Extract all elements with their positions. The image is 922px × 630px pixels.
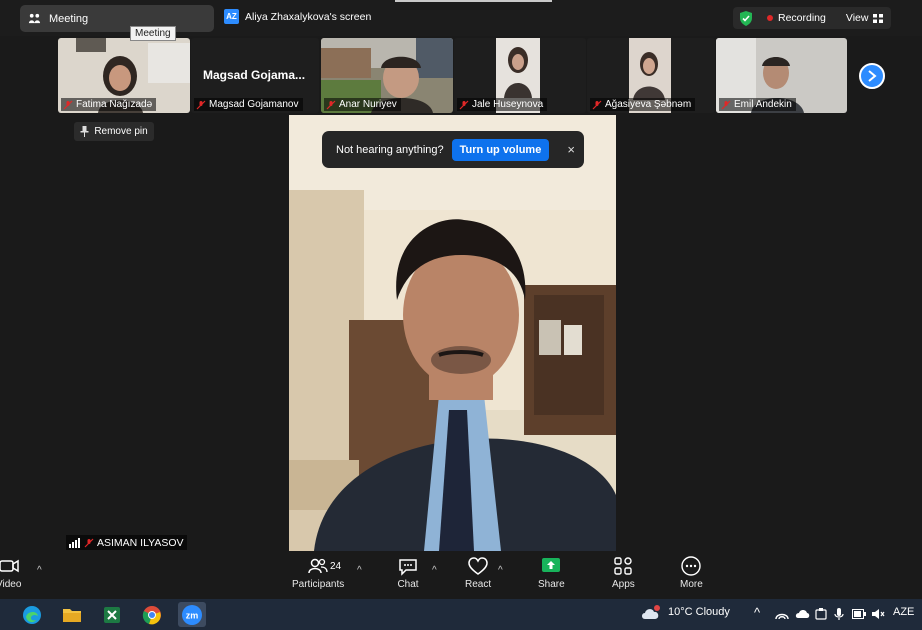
participant-name: Ağasiyeva Şəbnəm <box>605 99 692 110</box>
chat-options-caret[interactable]: ^ <box>432 565 437 576</box>
share-button[interactable]: Share <box>538 555 565 590</box>
mic-muted-icon <box>84 538 94 547</box>
meeting-tab[interactable]: Meeting <box>20 5 214 32</box>
participant-name-chip: Ağasiyeva Şəbnəm <box>590 98 696 111</box>
chevron-right-icon <box>868 70 877 82</box>
mic-muted-icon <box>459 100 469 109</box>
heart-icon <box>468 557 488 575</box>
top-accent-bar <box>395 0 552 2</box>
more-icon <box>681 556 702 576</box>
meeting-controls: Video ^ Participants 24 ^ Chat ^ React ^… <box>0 551 922 599</box>
participant-name: Anar Nuriyev <box>339 99 397 110</box>
participant-tile[interactable]: Jale Huseynova <box>454 38 586 113</box>
chevron-up-icon[interactable]: ^ <box>754 605 760 620</box>
close-icon[interactable]: × <box>567 142 575 157</box>
more-label: More <box>680 579 703 590</box>
react-label: React <box>465 579 492 590</box>
audio-notice-text: Not hearing anything? <box>336 143 444 156</box>
participants-label: Participants <box>292 579 345 590</box>
share-label: Share <box>538 579 565 590</box>
edge-icon[interactable] <box>18 602 46 627</box>
apps-label: Apps <box>612 579 635 590</box>
participant-name-chip: Jale Huseynova <box>457 98 548 111</box>
react-options-caret[interactable]: ^ <box>498 565 503 576</box>
chat-icon <box>399 559 417 576</box>
weather-cloud-icon[interactable] <box>640 604 662 622</box>
participants-icon <box>308 558 328 574</box>
recording-dot-icon <box>767 15 773 21</box>
shared-screen-tab[interactable]: AZ Aliya Zhaxalykova's screen <box>224 9 371 24</box>
windows-taskbar: zm 10°C Cloudy ^ AZE <box>0 599 922 630</box>
participant-name: Fatima Nağızadə <box>76 99 153 110</box>
apps-button[interactable]: Apps <box>612 555 635 590</box>
participant-display-name: Magsad Gojama... <box>203 68 306 82</box>
chat-button[interactable]: Chat <box>397 555 419 590</box>
participant-tile[interactable]: Ağasiyeva Şəbnəm <box>587 38 715 113</box>
share-screen-icon <box>542 558 561 572</box>
speaker-muted-icon[interactable] <box>871 608 885 620</box>
video-button[interactable]: Video <box>0 555 21 590</box>
mic-muted-icon <box>63 100 73 109</box>
video-camera-icon <box>0 559 19 573</box>
grid-icon[interactable] <box>873 13 884 23</box>
participant-tile[interactable]: Fatima Nağızadə <box>58 38 190 113</box>
next-page-button[interactable] <box>859 63 885 89</box>
participants-count: 24 <box>330 561 342 572</box>
participant-tile[interactable]: Emil Andekin <box>716 38 847 113</box>
more-button[interactable]: More <box>680 555 703 590</box>
screen-owner-badge: AZ <box>224 9 239 24</box>
chat-label: Chat <box>397 579 419 590</box>
teams-icon[interactable] <box>815 607 827 621</box>
remove-pin-button[interactable]: Remove pin <box>74 122 154 141</box>
participant-name: Emil Andekin <box>734 99 792 110</box>
view-button[interactable]: View <box>846 12 869 24</box>
file-explorer-icon[interactable] <box>58 602 86 627</box>
apps-icon <box>614 557 633 575</box>
active-speaker-name: ASIMAN ILYASOV <box>97 536 184 549</box>
participant-name-chip: Anar Nuriyev <box>324 98 401 111</box>
active-speaker-name-chip: ASIMAN ILYASOV <box>66 535 187 550</box>
participant-name-chip: Fatima Nağızadə <box>61 98 157 111</box>
onedrive-icon[interactable] <box>795 607 811 621</box>
recording-view-area: Recording View <box>733 7 891 29</box>
participant-name-chip: Emil Andekin <box>719 98 796 111</box>
audio-notice-banner: Not hearing anything? Turn up volume × <box>322 131 584 168</box>
recording-label[interactable]: Recording <box>778 12 826 24</box>
turn-up-volume-button[interactable]: Turn up volume <box>451 138 550 161</box>
participants-options-caret[interactable]: ^ <box>357 565 362 576</box>
meeting-tab-label: Meeting <box>49 12 89 25</box>
meeting-icon <box>28 13 41 24</box>
keyboard-language[interactable]: AZE <box>893 606 914 618</box>
wifi-icon[interactable] <box>775 608 789 620</box>
active-speaker-video[interactable] <box>289 115 616 551</box>
participant-name-chip: Magsad Gojamanov <box>194 98 303 111</box>
weather-text[interactable]: 10°C Cloudy <box>668 606 730 618</box>
chrome-icon[interactable] <box>138 602 166 627</box>
mic-muted-icon <box>592 100 602 109</box>
shield-icon[interactable] <box>739 10 753 26</box>
meeting-tooltip: Meeting <box>130 26 176 41</box>
react-button[interactable]: React <box>465 555 491 590</box>
participant-tile[interactable]: Magsad Gojama... Magsad Gojamanov <box>191 38 319 113</box>
mic-muted-icon <box>326 100 336 109</box>
battery-icon[interactable] <box>852 609 866 619</box>
microphone-icon[interactable] <box>834 607 844 621</box>
remove-pin-label: Remove pin <box>94 126 148 137</box>
participant-name: Jale Huseynova <box>472 99 544 110</box>
participant-name: Magsad Gojamanov <box>209 99 299 110</box>
signal-strength-icon <box>69 537 80 548</box>
zoom-icon[interactable]: zm <box>178 602 206 627</box>
pin-icon <box>80 126 89 137</box>
shared-screen-label: Aliya Zhaxalykova's screen <box>245 10 372 23</box>
video-label: Video <box>0 579 22 590</box>
zoom-app-label: zm <box>186 610 199 620</box>
mic-muted-icon <box>721 100 731 109</box>
mic-muted-icon <box>196 100 206 109</box>
excel-icon[interactable] <box>98 602 126 627</box>
speaker-video-frame <box>289 115 616 551</box>
participant-tile[interactable]: Anar Nuriyev <box>321 38 453 113</box>
meeting-topbar: Meeting Meeting AZ Aliya Zhaxalykova's s… <box>0 0 922 41</box>
video-options-caret[interactable]: ^ <box>37 565 42 576</box>
